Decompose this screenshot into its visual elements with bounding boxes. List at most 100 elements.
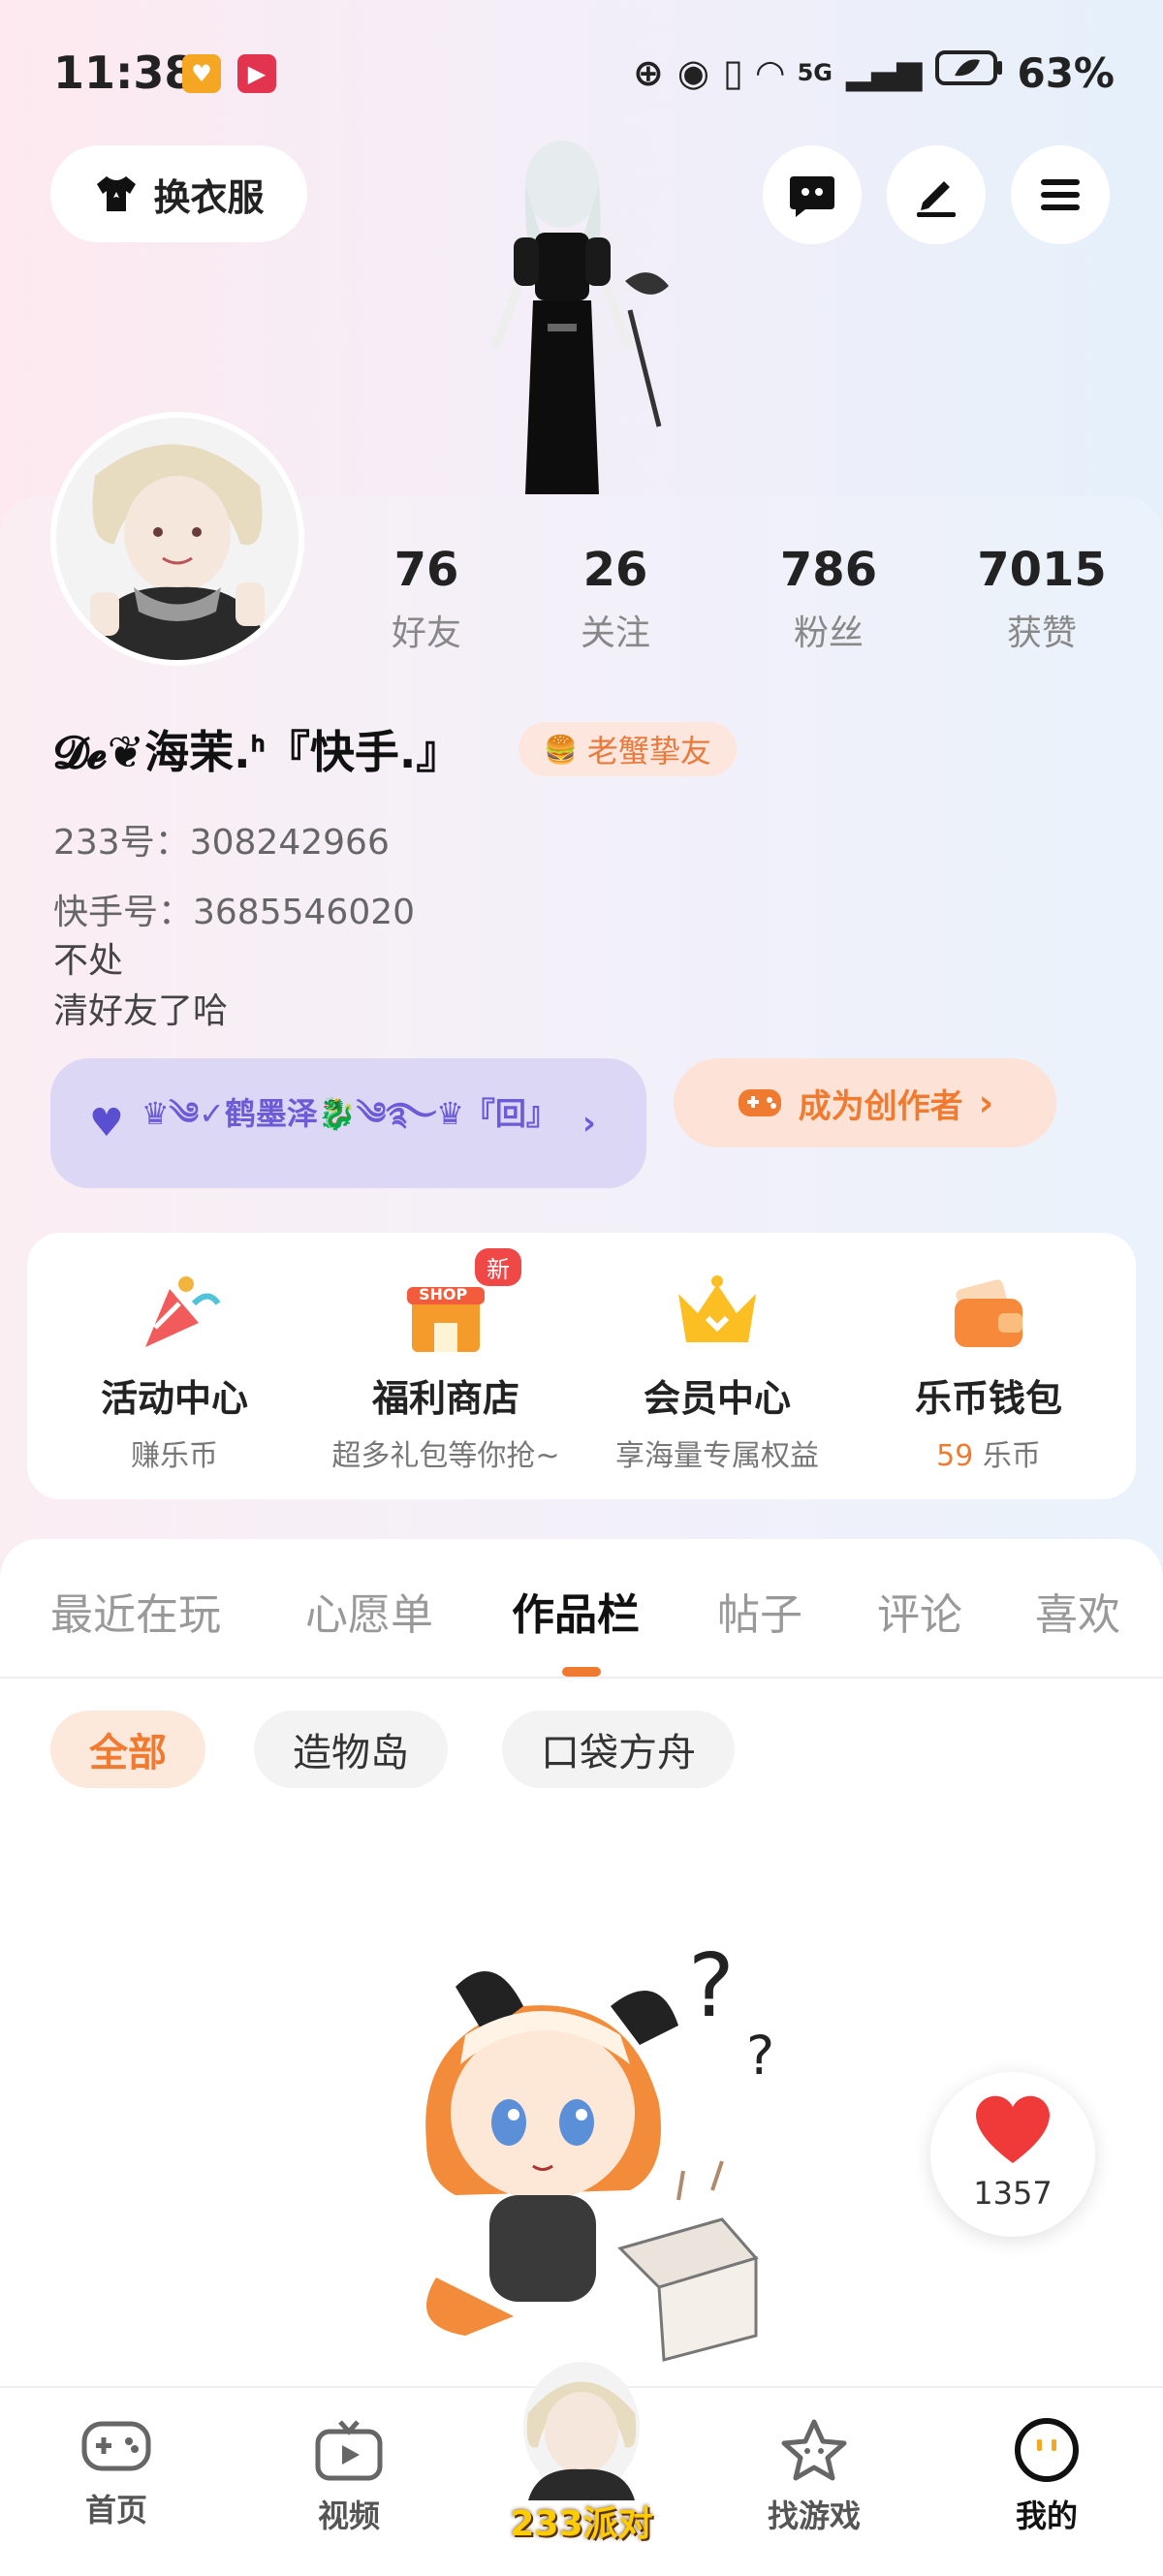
menu-subtitle: 超多礼包等你抢~	[331, 1439, 560, 1473]
nav-video[interactable]: 视频	[271, 2418, 426, 2536]
stat-likes[interactable]: 7015 获赞	[945, 543, 1139, 655]
heart-icon	[976, 2095, 1050, 2163]
hamburger-icon	[1041, 179, 1080, 210]
filter-chip-creation-island[interactable]: 造物岛	[254, 1711, 448, 1788]
shop-icon: SHOP 新	[397, 1248, 521, 1357]
menu-title: 会员中心	[643, 1377, 791, 1420]
menu-subtitle: 享海量专属权益	[615, 1439, 819, 1473]
chat-icon	[790, 176, 834, 217]
profile-face-icon	[1015, 2418, 1079, 2482]
user-kuaishou-id: 快手号：3685546020	[53, 893, 416, 932]
star-icon	[781, 2419, 847, 2481]
stat-value: 26	[582, 543, 648, 597]
stat-value: 786	[779, 543, 878, 597]
become-creator-button[interactable]: 成为创作者 ›	[674, 1058, 1056, 1147]
change-outfit-label: 换衣服	[153, 175, 265, 219]
change-outfit-button[interactable]: 换衣服	[50, 145, 307, 242]
active-tab-indicator	[562, 1667, 601, 1677]
empty-state-mascot: ? ?	[388, 1929, 824, 2365]
bio-line: 不处	[53, 941, 124, 981]
pen-icon	[917, 181, 956, 217]
signal-icon: ▂▄▆	[846, 53, 923, 92]
stat-label: 好友	[391, 613, 461, 653]
vip-center-item[interactable]: 会员中心 享海量专属权益	[582, 1270, 853, 1474]
burger-icon: 🍔	[544, 733, 578, 766]
wifi-icon: ◠	[756, 52, 784, 93]
menu-title: 活动中心	[100, 1377, 248, 1420]
menu-title: 福利商店	[371, 1377, 519, 1420]
nav-label: 视频	[317, 2497, 380, 2534]
gamepad-icon	[81, 2421, 151, 2471]
filter-chip-all[interactable]: 全部	[50, 1711, 205, 1788]
like-count: 1357	[973, 2175, 1053, 2212]
event-center-item[interactable]: 活动中心 赚乐币	[39, 1270, 310, 1474]
status-time: 11:38	[53, 47, 196, 99]
battery-level: 63%	[1017, 48, 1115, 97]
username: 𝓓𝓮❦海茉.ᑋ『快手.』	[53, 726, 461, 778]
friend-badge-label: 老蟹挚友	[586, 733, 711, 770]
status-indicators: ⊕ ◉ ▯ ◠ 5G ▂▄▆ 63%	[633, 48, 1115, 97]
crown-icon	[669, 1270, 766, 1357]
tab-likes[interactable]: 喜欢	[1035, 1580, 1120, 1642]
stat-friends[interactable]: 76 好友	[330, 543, 523, 655]
tab-works[interactable]: 作品栏	[512, 1580, 640, 1642]
nav-me[interactable]: 我的	[969, 2418, 1124, 2536]
message-button[interactable]	[763, 145, 862, 244]
battery-icon	[935, 48, 1003, 97]
become-creator-label: 成为创作者	[798, 1086, 963, 1126]
guild-card[interactable]: ♥ ♛༄✓鹤墨泽🐉༄࿐♛『回』 ›	[50, 1058, 646, 1188]
nav-party-label: 233派对	[510, 2504, 653, 2544]
user-233-id[interactable]: 233号：308242966	[53, 814, 390, 864]
bio-line: 清好友了哈	[53, 991, 229, 1031]
notification-app-icon: ♥	[182, 54, 221, 93]
stat-label: 获赞	[1006, 613, 1077, 653]
filter-chip-pocket-ark[interactable]: 口袋方舟	[502, 1711, 735, 1788]
like-counter-button[interactable]: 1357	[930, 2072, 1095, 2237]
menu-subtitle: 59 乐币	[853, 1431, 1124, 1474]
edit-profile-button[interactable]	[887, 145, 986, 244]
stat-label: 粉丝	[793, 613, 864, 653]
tab-posts[interactable]: 帖子	[717, 1580, 802, 1642]
coin-wallet-item[interactable]: 乐币钱包 59 乐币	[853, 1270, 1124, 1474]
eye-icon: ◉	[676, 51, 709, 94]
shop-sign-text: SHOP	[419, 1285, 468, 1304]
tab-comments[interactable]: 评论	[877, 1580, 962, 1642]
tab-divider	[0, 1677, 1163, 1679]
tab-recently-played[interactable]: 最近在玩	[50, 1580, 221, 1642]
tv-play-icon	[315, 2420, 383, 2481]
vibrate-icon: ▯	[723, 51, 743, 94]
chevron-right-icon: ›	[978, 1082, 994, 1124]
coin-unit: 乐币	[973, 1439, 1041, 1473]
menu-button[interactable]	[1011, 145, 1110, 244]
tab-wishlist[interactable]: 心愿单	[305, 1580, 433, 1642]
friend-badge[interactable]: 🍔 老蟹挚友	[519, 722, 737, 776]
menu-title: 乐币钱包	[914, 1377, 1062, 1420]
stat-fans[interactable]: 786 粉丝	[732, 543, 926, 655]
nav-label: 找游戏	[767, 2497, 861, 2534]
nav-label: 我的	[1015, 2497, 1078, 2534]
shirt-icon	[97, 176, 137, 211]
new-badge: 新	[475, 1248, 521, 1286]
party-popper-icon	[126, 1270, 223, 1357]
menu-subtitle: 赚乐币	[131, 1439, 218, 1473]
stat-value: 76	[393, 543, 459, 597]
user-avatar[interactable]	[50, 412, 304, 666]
network-label: 5G	[797, 59, 833, 86]
nav-find-games[interactable]: 找游戏	[737, 2418, 892, 2536]
avatar-3d-figure[interactable]	[465, 126, 707, 494]
stat-following[interactable]: 26 关注	[519, 543, 712, 655]
nav-label: 首页	[84, 2492, 147, 2529]
stat-label: 关注	[580, 613, 650, 653]
nfc-icon: ⊕	[632, 51, 664, 94]
coin-balance: 59	[936, 1439, 974, 1473]
guild-name: ♛༄✓鹤墨泽🐉༄࿐♛『回』	[141, 1095, 557, 1132]
svg-text:?: ?	[746, 2025, 774, 2087]
svg-text:?: ?	[688, 1935, 735, 2037]
stat-value: 7015	[977, 543, 1107, 597]
gamepad-icon	[738, 1089, 781, 1116]
wallet-icon	[940, 1270, 1037, 1357]
heart-icon: ♥	[89, 1101, 124, 1146]
chevron-right-icon: ›	[582, 1104, 596, 1143]
nav-home[interactable]: 首页	[39, 2418, 194, 2530]
welfare-shop-item[interactable]: SHOP 新 福利商店 超多礼包等你抢~	[310, 1248, 582, 1474]
